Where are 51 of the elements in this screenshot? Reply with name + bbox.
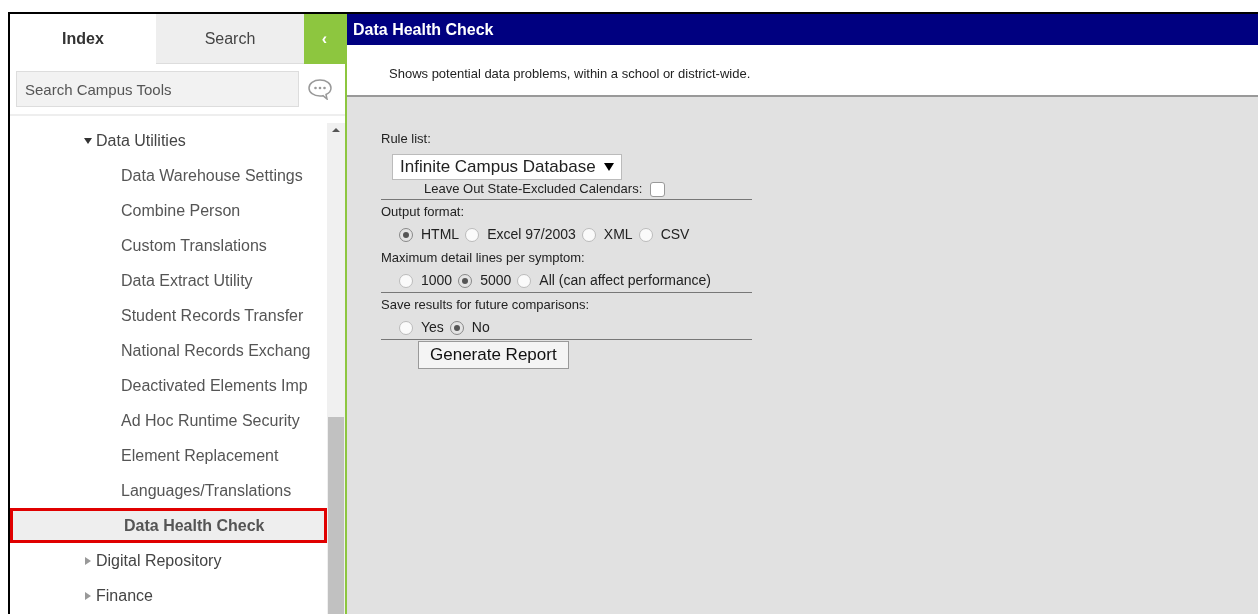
tree-item[interactable]: Custom Translations (10, 228, 327, 263)
tree-item[interactable]: Languages/Translations (10, 473, 327, 508)
tree-item[interactable]: Data Health Check (10, 508, 327, 543)
radio-button[interactable] (449, 320, 464, 335)
radio-label: CSV (660, 224, 690, 244)
tree-item[interactable]: Data Warehouse Settings (10, 158, 327, 193)
radio-button[interactable] (399, 227, 413, 242)
group-label: Output format: (381, 202, 466, 220)
tree-item[interactable]: Combine Person (10, 193, 327, 228)
radio-label: No (471, 317, 490, 337)
radio-label: 5000 (480, 270, 512, 290)
dropdown-caret-icon (603, 162, 614, 171)
tree-item[interactable]: Data Extract Utility (10, 263, 327, 298)
scrollbar-thumb[interactable] (328, 417, 344, 614)
radio-button[interactable] (465, 227, 480, 242)
tree-item[interactable]: Student Records Transfer (10, 298, 327, 333)
radio-label: Yes (421, 317, 444, 337)
radio-button[interactable] (581, 227, 596, 242)
radio-button[interactable] (638, 227, 653, 242)
tree-item[interactable]: National Records Exchang (10, 333, 327, 368)
radio-button[interactable] (399, 273, 413, 288)
radio-label: XML (603, 224, 633, 244)
search-field[interactable]: Search Campus Tools (16, 71, 299, 107)
expanded-caret-icon (84, 136, 92, 145)
radio-label: 1000 (421, 270, 453, 290)
page-title: Data Health Check (347, 14, 1258, 45)
checkbox[interactable] (650, 181, 666, 197)
checkbox-label: Leave Out State-Excluded Calendars: (424, 180, 643, 199)
sidebar-tab[interactable]: Search (156, 14, 304, 64)
radio-button[interactable] (458, 273, 473, 288)
group-label: Maximum detail lines per symptom: (381, 248, 586, 266)
scrollbar[interactable] (327, 123, 345, 614)
tree-item[interactable]: Deactivated Elements Imp (10, 368, 327, 403)
radio-button[interactable] (399, 320, 413, 335)
collapsed-caret-icon (84, 556, 92, 565)
tree-item[interactable]: Finance (10, 578, 327, 613)
field-label: Rule list: (381, 130, 432, 148)
generate-report-button[interactable]: Generate Report (418, 340, 569, 369)
radio-label: Excel 97/2003 (487, 224, 576, 244)
rule-list-dropdown[interactable]: Infinite Campus Database (392, 153, 622, 180)
tree-item[interactable]: Ad Hoc Runtime Security (10, 403, 327, 438)
collapsed-caret-icon (84, 591, 92, 600)
group-label: Save results for future comparisons: (381, 295, 591, 313)
radio-button[interactable] (517, 273, 532, 288)
tree-item[interactable]: Element Replacement (10, 438, 327, 473)
chat-bubble-icon[interactable] (307, 78, 333, 100)
radio-label: All (can affect performance) (539, 270, 712, 290)
tree-item[interactable]: Data Utilities (10, 123, 327, 158)
page-description: Shows potential data problems, within a school or district-wide. (389, 66, 751, 81)
tree-item[interactable]: Digital Repository (10, 543, 327, 578)
radio-label: HTML (421, 224, 460, 244)
